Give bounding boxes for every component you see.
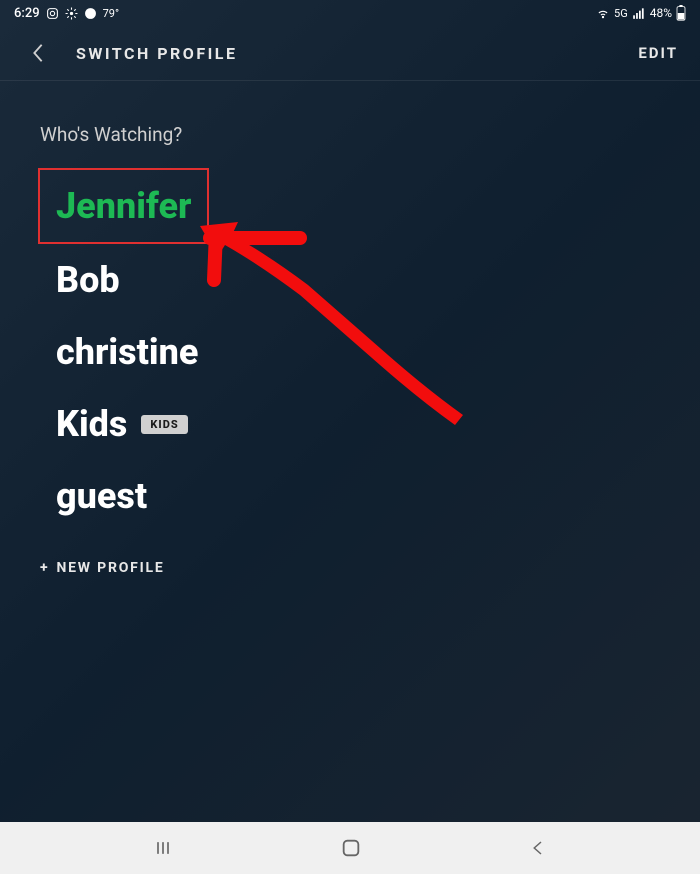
profile-name: guest <box>56 475 147 517</box>
status-right: 5G 48% <box>596 5 686 21</box>
profile-item-bob[interactable]: Bob <box>40 244 136 316</box>
page-title: SWITCH PROFILE <box>76 44 237 63</box>
profile-name: Bob <box>56 259 120 301</box>
profile-name: christine <box>56 331 198 373</box>
back-button[interactable] <box>30 42 46 64</box>
battery-icon <box>676 5 686 21</box>
profile-name: Kids <box>56 403 127 445</box>
profile-item-guest[interactable]: guest <box>40 460 163 532</box>
plus-icon: + <box>40 560 49 576</box>
profile-item-christine[interactable]: christine <box>40 316 214 388</box>
status-bar: 6:29 79° 5G 48% <box>0 0 700 26</box>
kids-badge: KIDS <box>141 415 187 434</box>
subtitle: Who's Watching? <box>40 123 660 146</box>
status-left: 6:29 79° <box>14 6 119 21</box>
edit-button[interactable]: EDIT <box>638 44 678 62</box>
app-icon <box>84 7 97 20</box>
profile-list: Jennifer Bob christine Kids KIDS guest <box>40 170 660 532</box>
instagram-icon <box>46 7 59 20</box>
wifi-icon <box>596 6 610 20</box>
header-left: SWITCH PROFILE <box>30 42 237 64</box>
profile-item-jennifer[interactable]: Jennifer <box>38 168 209 244</box>
profile-item-kids[interactable]: Kids KIDS <box>40 388 204 460</box>
home-button[interactable] <box>340 837 362 859</box>
profile-name: Jennifer <box>56 185 191 227</box>
status-time: 6:29 <box>14 6 40 21</box>
back-nav-button[interactable] <box>529 839 547 857</box>
status-temperature: 79° <box>103 7 119 20</box>
new-profile-button[interactable]: + NEW PROFILE <box>40 560 660 576</box>
battery-percentage: 48% <box>650 6 672 20</box>
header: SWITCH PROFILE EDIT <box>0 26 700 81</box>
new-profile-label: NEW PROFILE <box>56 560 164 576</box>
recent-apps-button[interactable] <box>153 838 173 858</box>
settings-icon <box>65 7 78 20</box>
android-nav-bar <box>0 822 700 874</box>
network-type: 5G <box>614 7 628 20</box>
signal-icon <box>632 6 646 20</box>
main-content: Who's Watching? Jennifer Bob christine K… <box>0 81 700 576</box>
